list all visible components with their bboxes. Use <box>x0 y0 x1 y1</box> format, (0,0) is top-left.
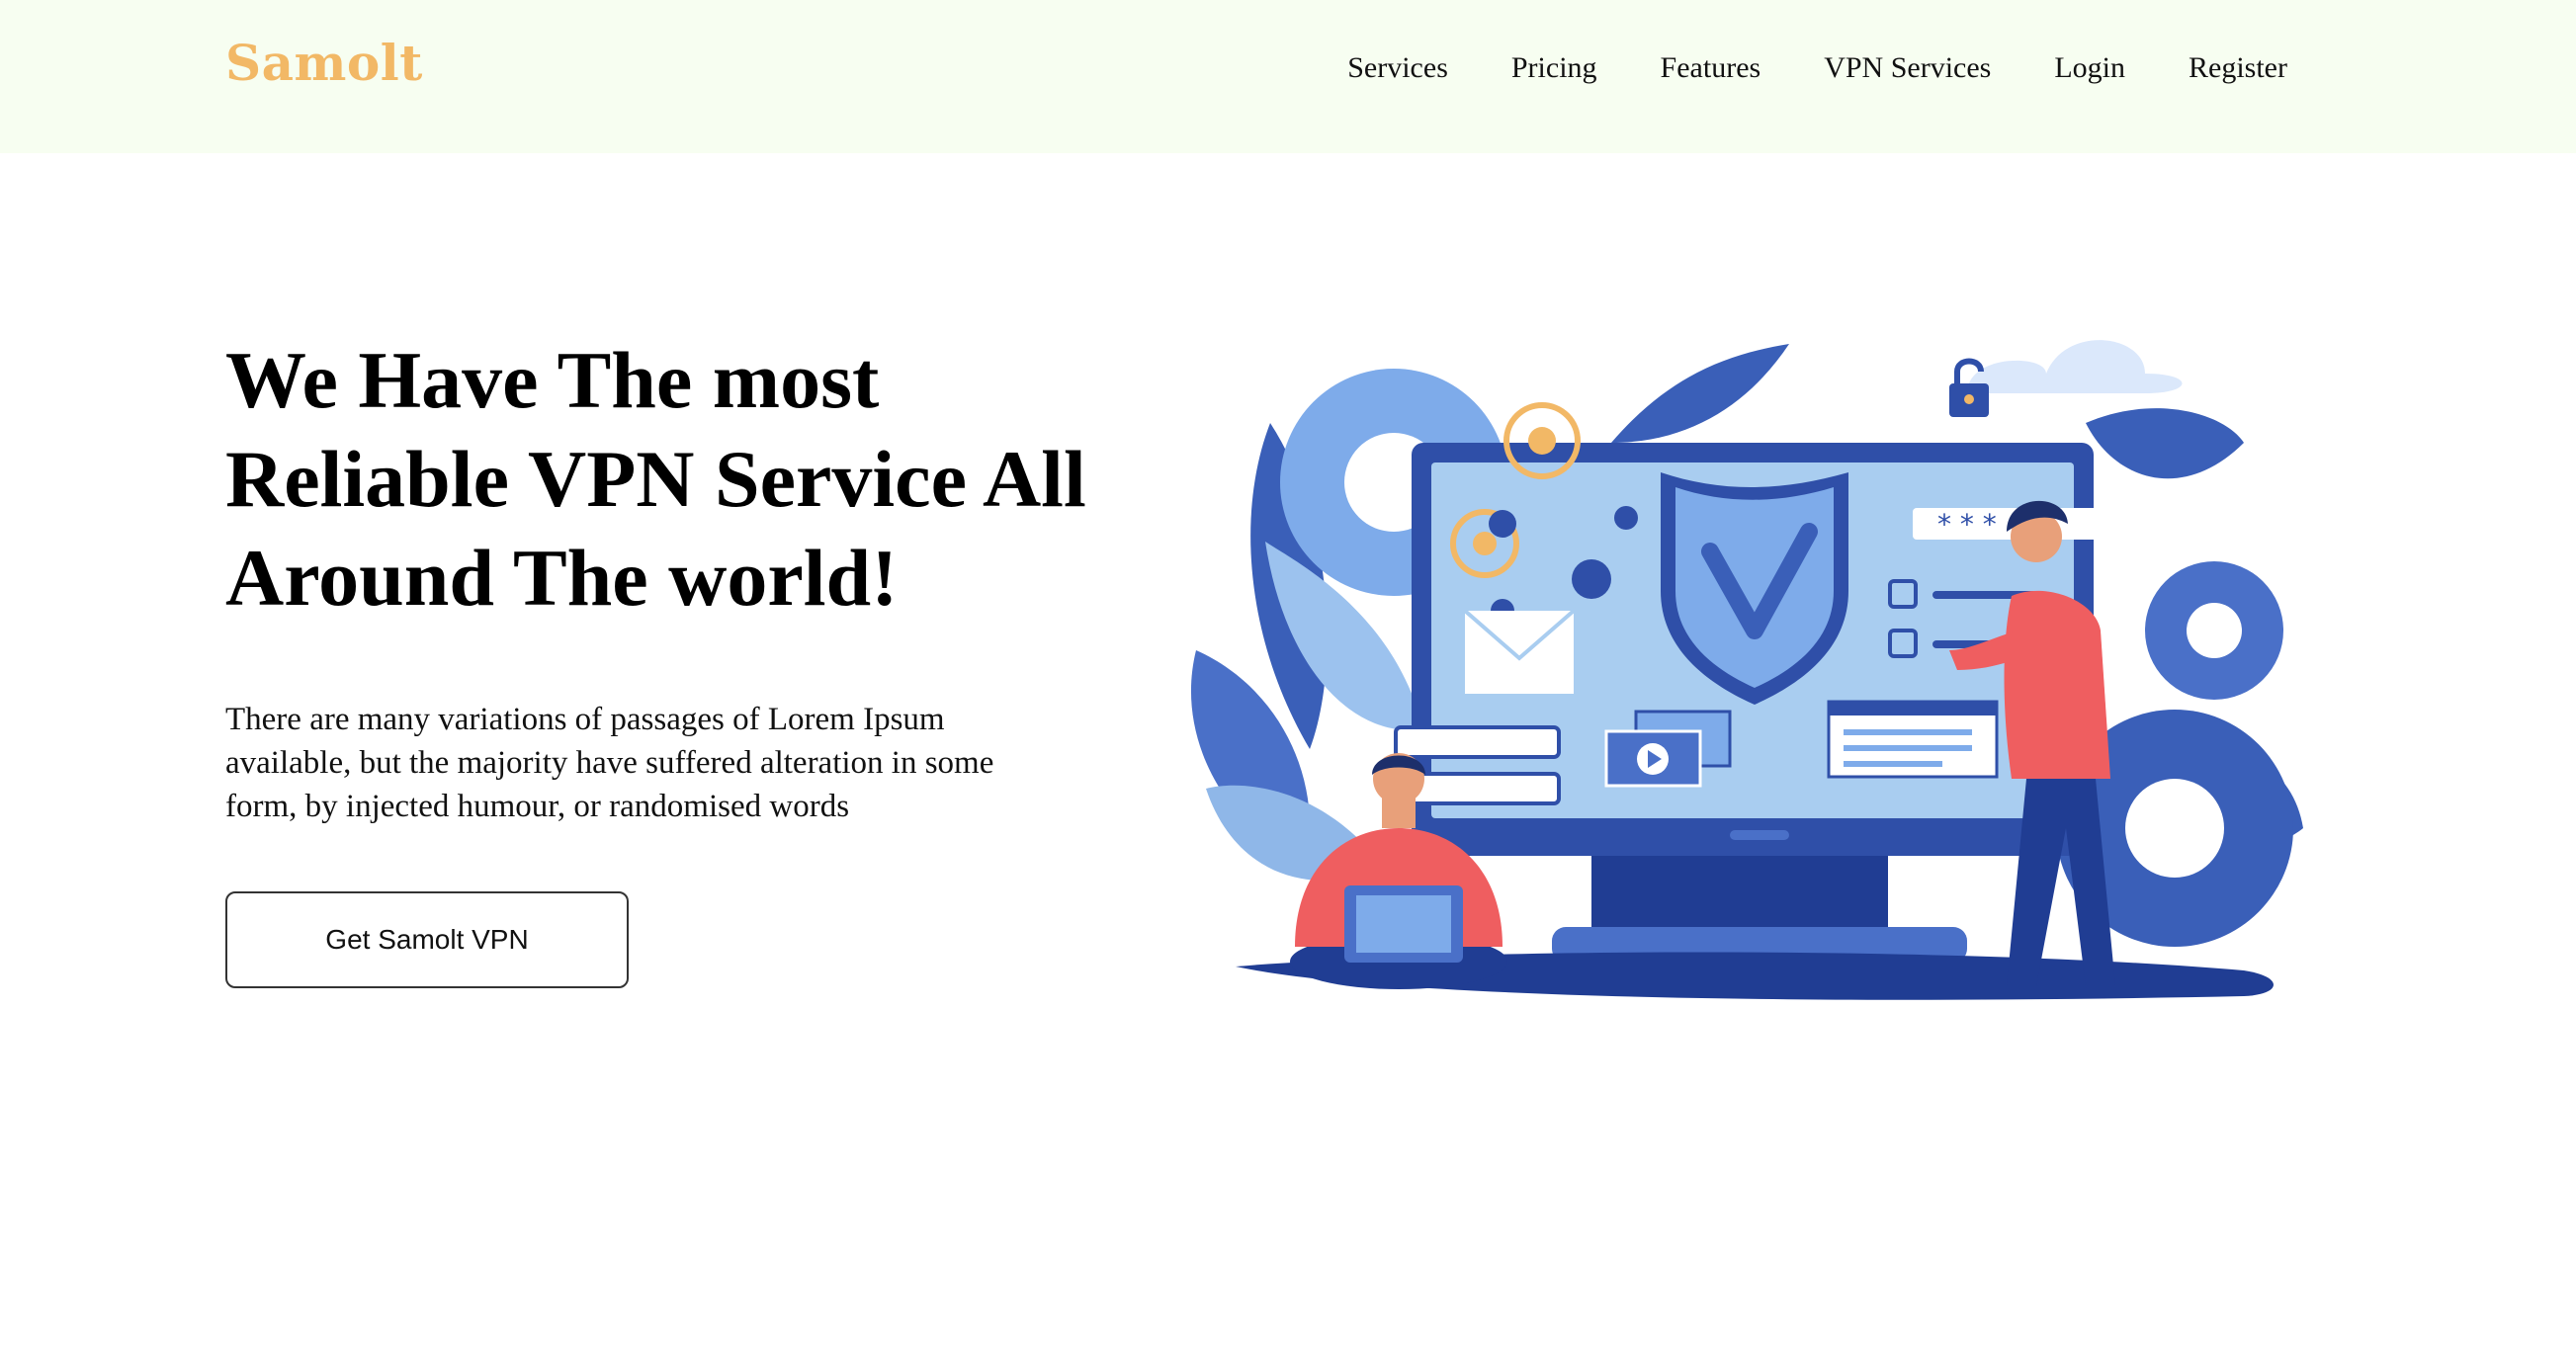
lock-icon <box>1949 358 1989 417</box>
svg-text:* * *: * * * <box>1937 508 1997 541</box>
nav-vpn-services-link[interactable]: VPN Services <box>1824 51 1991 85</box>
browser-window-icon <box>1827 700 1999 779</box>
top-navbar: Samolt Services Pricing Features VPN Ser… <box>0 0 2576 153</box>
nav-pricing-link[interactable]: Pricing <box>1511 51 1597 85</box>
hero-title: We Have The most Reliable VPN Service Al… <box>225 335 1086 623</box>
get-vpn-button[interactable]: Get Samolt VPN <box>225 891 629 988</box>
brand-logo[interactable]: Samolt <box>225 34 423 92</box>
cloud-icon <box>1967 340 2183 393</box>
hero-description: There are many variations of passages of… <box>225 702 994 824</box>
nav-login-link[interactable]: Login <box>2054 51 2125 85</box>
laptop-icon <box>1344 885 1463 963</box>
envelope-icon <box>1463 609 1576 694</box>
nav-features-link[interactable]: Features <box>1661 51 1761 85</box>
main-nav: Services Pricing Features VPN Services L… <box>1347 51 2287 85</box>
vpn-hero-illustration: * * * <box>1190 340 2303 1000</box>
nav-services-link[interactable]: Services <box>1347 51 1448 85</box>
nav-register-link[interactable]: Register <box>2189 51 2287 85</box>
